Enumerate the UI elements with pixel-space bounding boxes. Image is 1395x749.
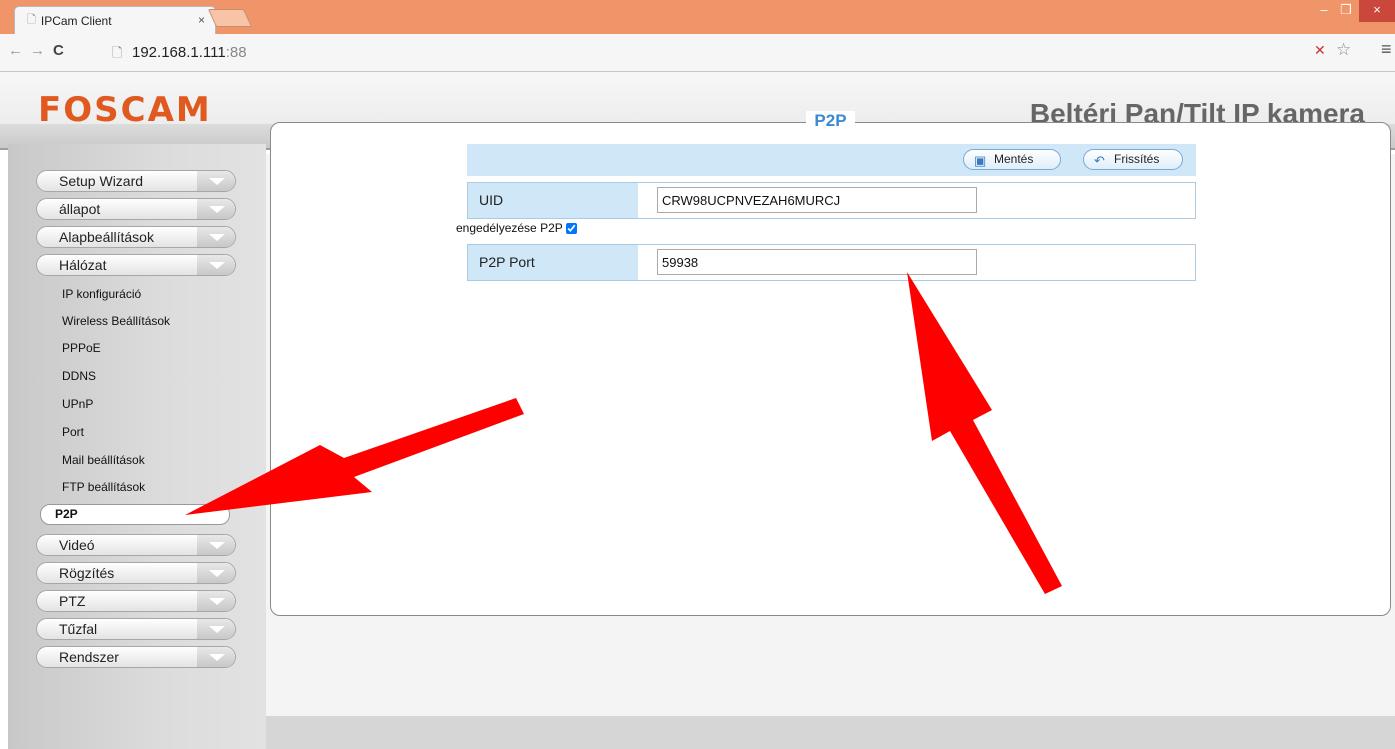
- chevron-down-icon: [197, 227, 235, 247]
- address-bar[interactable]: 🗋 192.168.1.111:88: [80, 39, 1380, 66]
- chrome-menu-icon[interactable]: ≡: [1381, 39, 1392, 60]
- extension-icon[interactable]: ✕: [1314, 42, 1326, 59]
- uid-field[interactable]: [657, 187, 977, 213]
- chevron-down-icon: [197, 647, 235, 667]
- menu-setup-wizard[interactable]: Setup Wizard: [36, 170, 236, 192]
- uid-label: UID: [468, 183, 638, 218]
- menu-network[interactable]: Hálózat: [36, 254, 236, 276]
- p2p-port-field[interactable]: [657, 249, 977, 275]
- p2p-enable-label: engedélyezése P2P: [456, 221, 563, 235]
- chevron-down-icon: [197, 171, 235, 191]
- p2p-enable-row: engedélyezése P2P: [456, 221, 577, 235]
- refresh-button[interactable]: ↶ Frissítés: [1083, 149, 1183, 170]
- chevron-down-icon: [197, 255, 235, 275]
- chevron-down-icon: [197, 535, 235, 555]
- tab-close-icon[interactable]: ×: [198, 13, 205, 27]
- menu-status[interactable]: állapot: [36, 198, 236, 220]
- back-arrow-icon[interactable]: ←: [8, 42, 23, 59]
- form-toolbar: ▣ Mentés ↶ Frissítés: [467, 144, 1196, 176]
- sidebar-item-ftp[interactable]: FTP beállítások: [62, 480, 145, 494]
- sidebar-item-port[interactable]: Port: [62, 425, 84, 439]
- chevron-down-icon: [197, 591, 235, 611]
- sidebar-item-p2p[interactable]: P2P: [40, 504, 230, 525]
- menu-system[interactable]: Rendszer: [36, 646, 236, 668]
- menu-ptz[interactable]: PTZ: [36, 590, 236, 612]
- sidebar-item-ddns[interactable]: DDNS: [62, 369, 96, 383]
- p2p-panel: P2P ▣ Mentés ↶ Frissítés UID engedélyezé…: [270, 111, 1391, 616]
- uid-row: UID: [467, 182, 1196, 219]
- menu-recording[interactable]: Rögzítés: [36, 562, 236, 584]
- sidebar-item-wireless[interactable]: Wireless Beállítások: [62, 314, 170, 328]
- refresh-arrow-icon: ↶: [1094, 153, 1105, 168]
- floppy-disk-icon: ▣: [974, 153, 987, 168]
- sidebar-item-mail[interactable]: Mail beállítások: [62, 453, 145, 467]
- panel-title: P2P: [271, 111, 1390, 131]
- bookmark-star-icon[interactable]: ☆: [1336, 40, 1351, 60]
- tab-title: IPCam Client: [40, 13, 112, 28]
- p2p-port-row: P2P Port: [467, 244, 1196, 281]
- sidebar-item-pppoe[interactable]: PPPoE: [62, 341, 101, 355]
- footer-band: [266, 716, 1395, 749]
- forward-arrow-icon[interactable]: →: [30, 42, 45, 59]
- save-button[interactable]: ▣ Mentés: [963, 149, 1061, 170]
- chevron-down-icon: [197, 199, 235, 219]
- menu-firewall[interactable]: Tűzfal: [36, 618, 236, 640]
- chevron-down-icon: [197, 619, 235, 639]
- document-icon: 🗋: [27, 14, 36, 26]
- browser-toolbar: ← → C 🗋 192.168.1.111:88 ✕ ☆ ≡: [0, 34, 1395, 72]
- browser-titlebar: 🗋 IPCam Client × – ❐ ×: [0, 0, 1395, 34]
- reload-icon[interactable]: C: [53, 42, 64, 59]
- url-text: 192.168.1.111:88: [132, 44, 247, 61]
- new-tab-button[interactable]: [207, 9, 253, 27]
- menu-basic-settings[interactable]: Alapbeállítások: [36, 226, 236, 248]
- sidebar-item-upnp[interactable]: UPnP: [62, 397, 93, 411]
- maximize-button[interactable]: ❐: [1336, 0, 1356, 22]
- minimize-button[interactable]: –: [1314, 0, 1334, 22]
- browser-tab[interactable]: 🗋 IPCam Client ×: [14, 6, 216, 34]
- window-close-button[interactable]: ×: [1359, 0, 1395, 22]
- chevron-down-icon: [197, 563, 235, 583]
- menu-video[interactable]: Videó: [36, 534, 236, 556]
- page-icon: 🗋: [112, 45, 123, 60]
- sidebar-item-ip-config[interactable]: IP konfiguráció: [62, 287, 141, 301]
- p2p-port-label: P2P Port: [468, 245, 638, 280]
- p2p-enable-checkbox[interactable]: [565, 222, 577, 234]
